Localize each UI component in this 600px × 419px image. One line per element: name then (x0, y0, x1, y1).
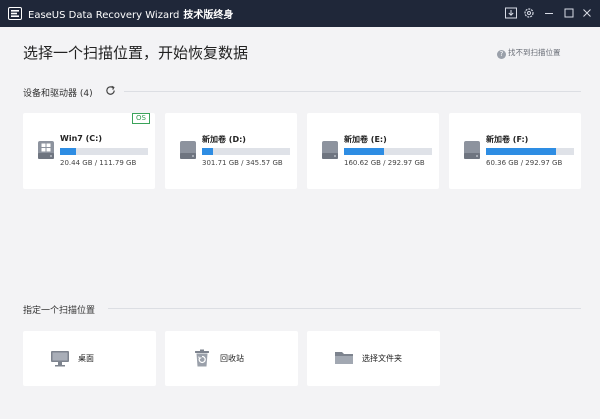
cannot-find-location-link[interactable]: ? 找不到扫描位置 (497, 47, 561, 59)
export-button[interactable] (504, 6, 518, 20)
download-icon (505, 7, 517, 19)
drive-size: 301.71 GB / 345.57 GB (202, 159, 283, 167)
hard-drive-icon (322, 141, 338, 159)
drive-usage-bar (60, 148, 148, 155)
maximize-button[interactable] (562, 6, 576, 20)
drive-usage-fill (344, 148, 384, 155)
os-badge: OS (132, 113, 150, 124)
drive-usage-fill (60, 148, 76, 155)
drive-card-c[interactable]: Win7 (C:) 20.44 GB / 111.79 GB OS (23, 113, 155, 189)
drive-usage-fill (202, 148, 214, 155)
drive-size: 20.44 GB / 111.79 GB (60, 159, 137, 167)
drive-size: 160.62 GB / 292.97 GB (344, 159, 425, 167)
recycle-bin-icon (195, 349, 209, 367)
drive-name: 新加卷 (D:) (202, 135, 246, 144)
settings-button[interactable] (522, 6, 536, 20)
drives-section-label: 设备和驱动器 (4) (23, 89, 93, 99)
location-label: 回收站 (220, 354, 244, 363)
drive-card-f[interactable]: 新加卷 (F:) 60.36 GB / 292.97 GB (449, 113, 581, 189)
desktop-icon (51, 351, 69, 367)
close-button[interactable] (580, 6, 594, 20)
location-label: 选择文件夹 (362, 354, 402, 363)
close-icon (583, 9, 591, 17)
drive-card-e[interactable]: 新加卷 (E:) 160.62 GB / 292.97 GB (307, 113, 439, 189)
hard-drive-icon (464, 141, 480, 159)
gear-icon (524, 8, 534, 18)
drive-name: Win7 (C:) (60, 134, 102, 143)
app-title: EaseUS Data Recovery Wizard 技术版终身 (28, 10, 234, 21)
section-divider (124, 91, 581, 92)
title-bar: EaseUS Data Recovery Wizard 技术版终身 (0, 0, 600, 27)
windows-drive-icon (38, 141, 54, 159)
location-label: 桌面 (78, 354, 94, 363)
drive-card-d[interactable]: 新加卷 (D:) 301.71 GB / 345.57 GB (165, 113, 297, 189)
maximize-icon (564, 8, 574, 18)
app-edition: 技术版终身 (183, 10, 234, 21)
section-divider (108, 308, 581, 309)
minimize-icon (545, 13, 553, 14)
location-card-select-folder[interactable]: 选择文件夹 (307, 331, 440, 386)
location-section-label: 指定一个扫描位置 (23, 306, 96, 316)
drive-name: 新加卷 (E:) (344, 135, 387, 144)
drive-usage-bar (202, 148, 290, 155)
hard-drive-icon (180, 141, 196, 159)
app-logo-icon (8, 7, 22, 20)
drive-name: 新加卷 (F:) (486, 135, 529, 144)
location-card-recycle-bin[interactable]: 回收站 (165, 331, 298, 386)
folder-icon (335, 352, 353, 364)
help-icon: ? (497, 50, 506, 59)
drive-usage-bar (344, 148, 432, 155)
minimize-button[interactable] (542, 6, 556, 20)
location-card-desktop[interactable]: 桌面 (23, 331, 156, 386)
drive-usage-fill (486, 148, 556, 155)
page-title: 选择一个扫描位置，开始恢复数据 (23, 44, 249, 62)
drive-size: 60.36 GB / 292.97 GB (486, 159, 563, 167)
refresh-button[interactable] (105, 85, 116, 96)
refresh-icon (106, 85, 115, 95)
drive-usage-bar (486, 148, 574, 155)
